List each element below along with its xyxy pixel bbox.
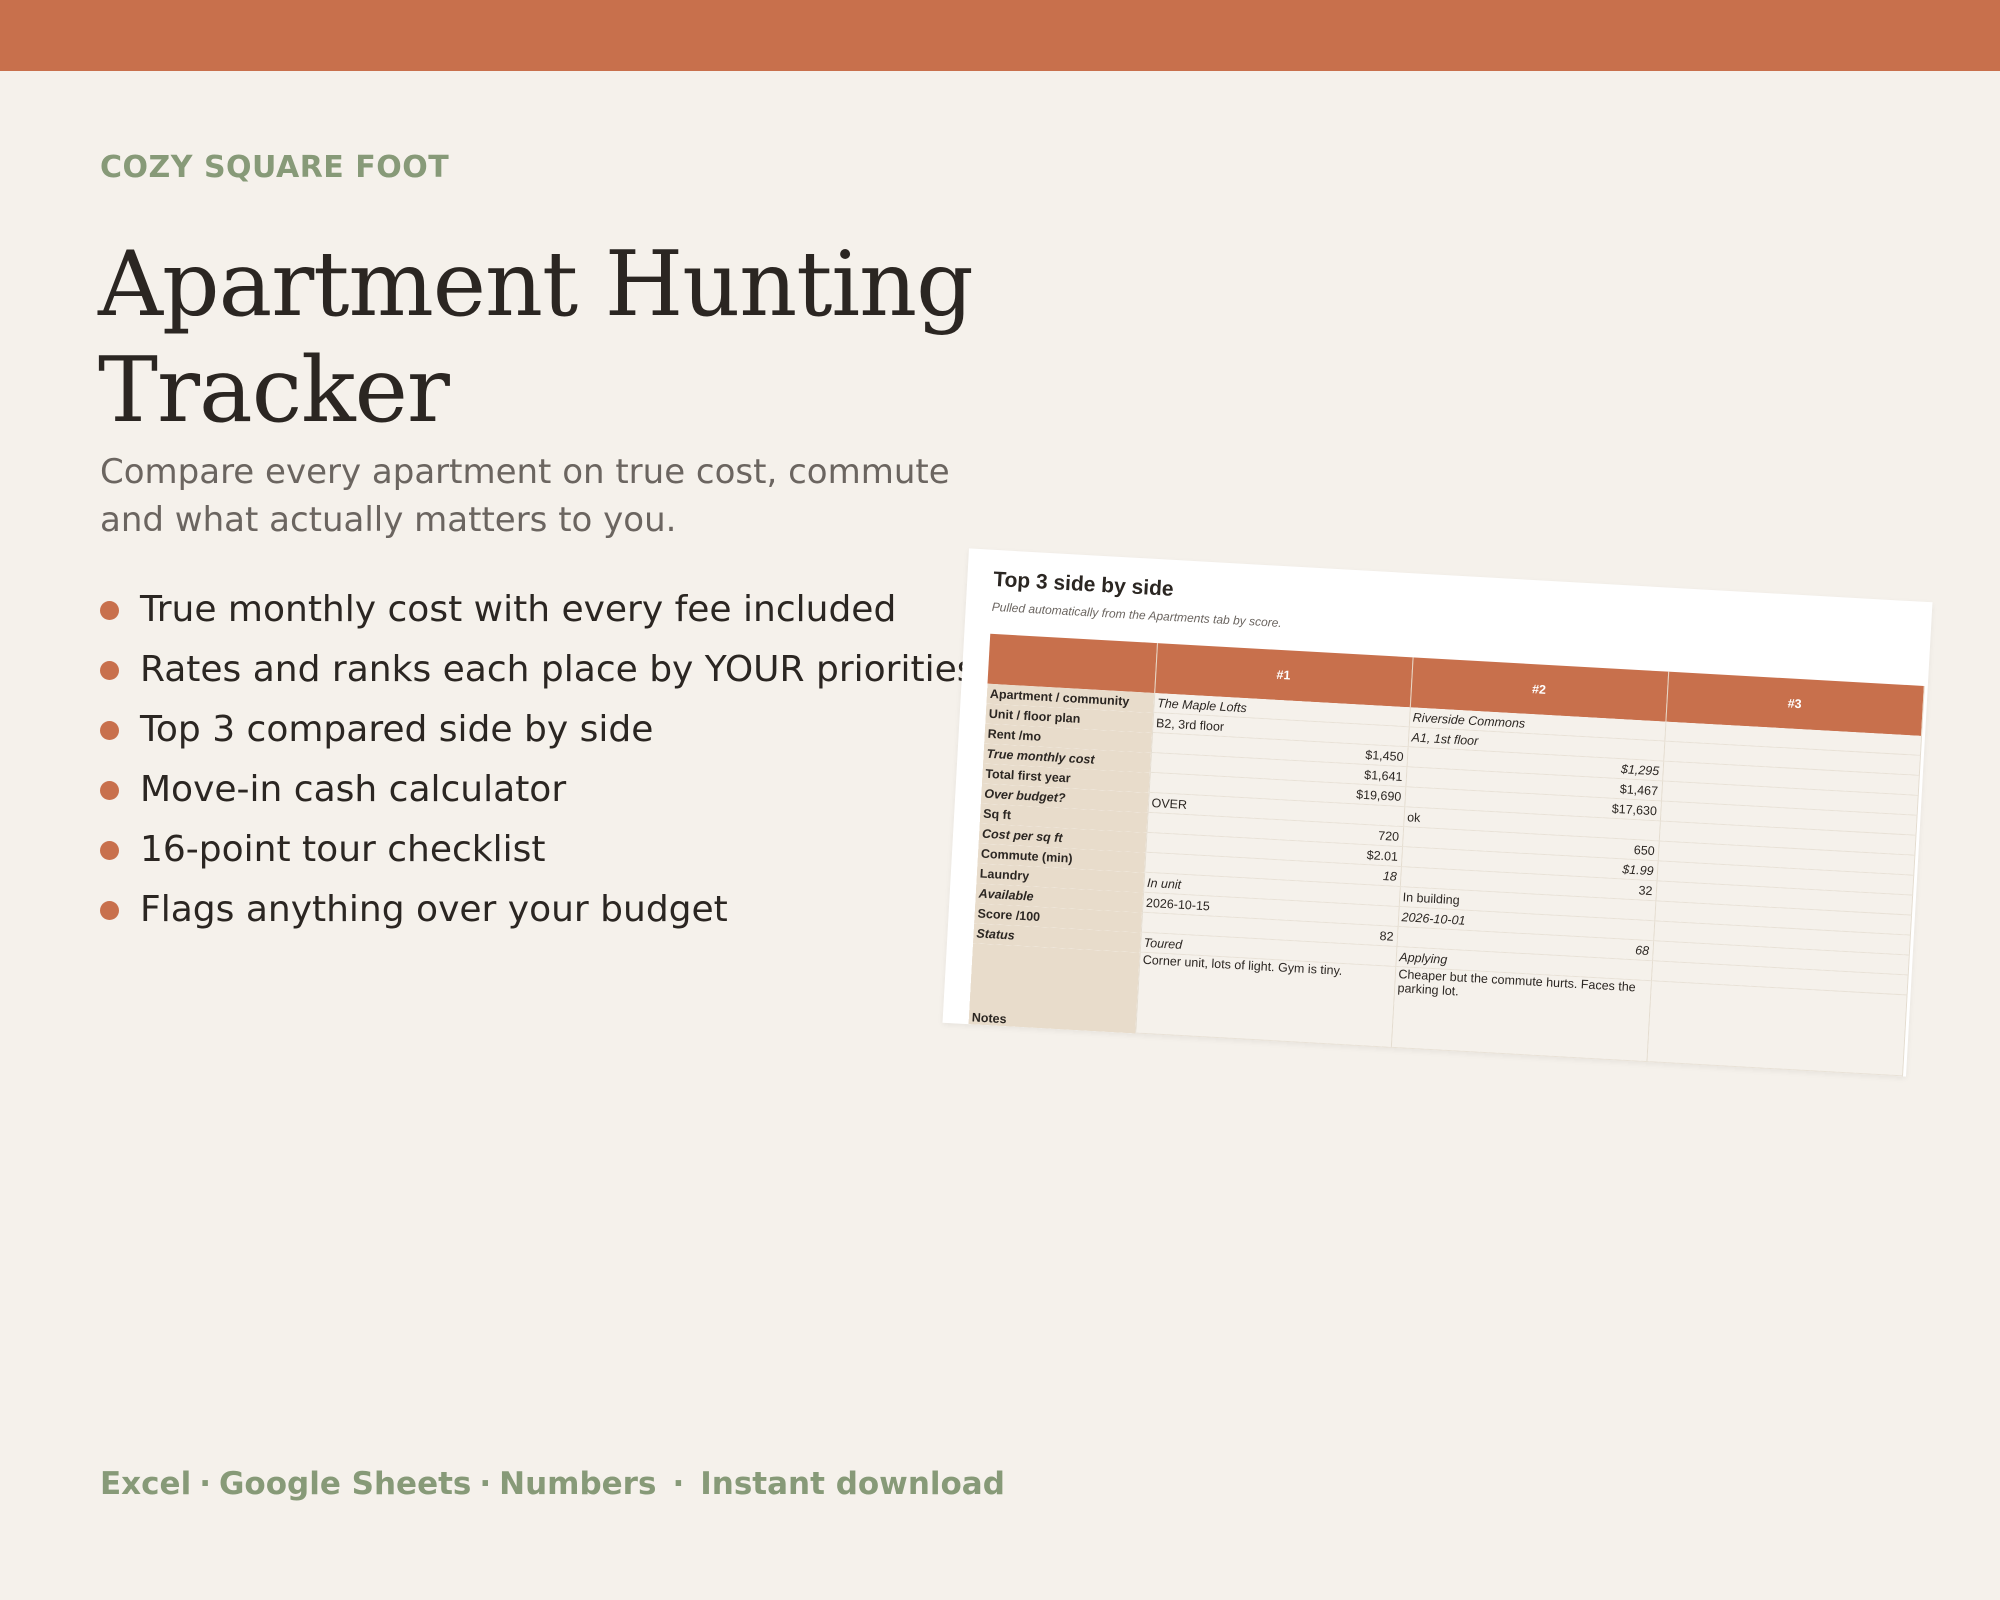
separator-dot: · bbox=[199, 1466, 211, 1502]
format-google-sheets: Google Sheets bbox=[218, 1466, 472, 1502]
spreadsheet-preview: Top 3 side by side Pulled automatically … bbox=[942, 548, 1933, 1077]
page-title: Apartment Hunting Tracker bbox=[98, 232, 998, 444]
title-line-2: Tracker bbox=[98, 338, 450, 443]
bullet-dot-icon bbox=[100, 601, 119, 620]
feature-item: Flags anything over your budget bbox=[100, 880, 975, 940]
row-label: Notes bbox=[968, 942, 1140, 1033]
feature-text: Rates and ranks each place by YOUR prior… bbox=[140, 649, 976, 690]
feature-text: 16-point tour checklist bbox=[140, 829, 546, 870]
feature-text: True monthly cost with every fee include… bbox=[140, 589, 897, 630]
feature-list: True monthly cost with every fee include… bbox=[100, 580, 975, 940]
feature-item: Rates and ranks each place by YOUR prior… bbox=[100, 640, 975, 700]
instant-download-label: Instant download bbox=[700, 1466, 1005, 1502]
bullet-dot-icon bbox=[100, 841, 119, 860]
cell-rank-3 bbox=[1646, 980, 1907, 1076]
bullet-dot-icon bbox=[100, 901, 119, 920]
comparison-table: #1 #2 #3 Apartment / community The Maple… bbox=[968, 633, 1924, 1077]
bullet-dot-icon bbox=[100, 661, 119, 680]
cell-rank-2: Cheaper but the commute hurts. Faces the… bbox=[1390, 966, 1651, 1062]
footer-formats: Excel · Google Sheets · Numbers · Instant down… bbox=[100, 1466, 1005, 1502]
sheet-note: Pulled automatically from the Apartments… bbox=[991, 599, 1283, 630]
title-line-1: Apartment Hunting bbox=[98, 232, 974, 337]
brand-name: COZY SQUARE FOOT bbox=[100, 150, 450, 185]
cell-rank-1: Corner unit, lots of light. Gym is tiny. bbox=[1135, 952, 1396, 1048]
separator-dot: · bbox=[672, 1466, 685, 1502]
top-accent-bar bbox=[0, 0, 2000, 71]
bullet-dot-icon bbox=[100, 721, 119, 740]
comparison-grid: #1 #2 #3 Apartment / community The Maple… bbox=[968, 633, 1924, 1077]
format-excel: Excel bbox=[100, 1466, 192, 1502]
feature-text: Top 3 compared side by side bbox=[140, 709, 654, 750]
subtitle: Compare every apartment on true cost, co… bbox=[100, 452, 950, 540]
feature-item: 16-point tour checklist bbox=[100, 820, 975, 880]
feature-text: Flags anything over your budget bbox=[140, 889, 728, 930]
format-numbers: Numbers bbox=[499, 1466, 657, 1502]
sheet-title: Top 3 side by side bbox=[992, 567, 1175, 601]
feature-text: Move-in cash calculator bbox=[140, 769, 567, 810]
feature-item: Top 3 compared side by side bbox=[100, 700, 975, 760]
separator-dot: · bbox=[479, 1466, 492, 1502]
bullet-dot-icon bbox=[100, 781, 119, 800]
feature-item: True monthly cost with every fee include… bbox=[100, 580, 975, 640]
feature-item: Move-in cash calculator bbox=[100, 760, 975, 820]
